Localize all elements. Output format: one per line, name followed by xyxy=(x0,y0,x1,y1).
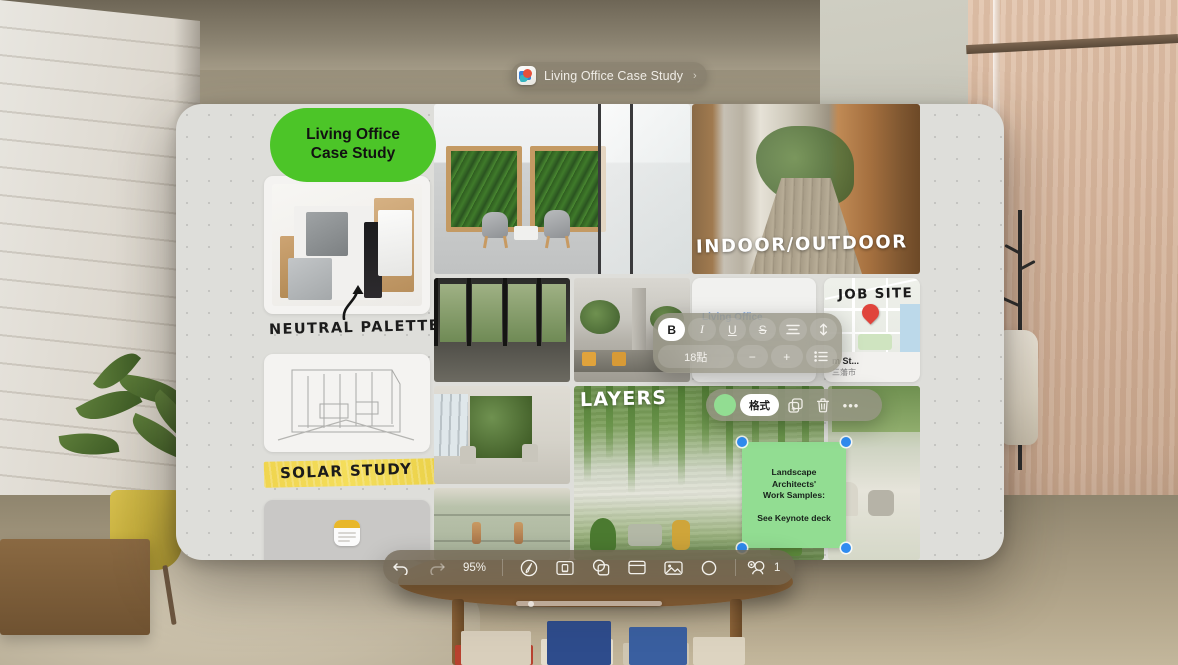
photo-office-lobby[interactable] xyxy=(434,104,690,274)
text-format-toolbar[interactable]: B I U S 18點 − + xyxy=(653,313,842,373)
more-options-button[interactable]: ••• xyxy=(839,394,863,416)
window-resize-grabber[interactable] xyxy=(516,601,662,606)
shapes-icon[interactable] xyxy=(583,550,619,585)
collaborator-count: 1 xyxy=(774,561,781,574)
pointer-arrow-annotation xyxy=(342,285,364,320)
decrease-font-size-button[interactable]: − xyxy=(736,345,769,368)
italic-button[interactable]: I xyxy=(688,318,716,341)
strikethrough-button[interactable]: S xyxy=(748,318,777,341)
line-spacing-icon[interactable] xyxy=(809,318,837,341)
sticky-note-icon[interactable] xyxy=(547,550,583,585)
media-icon[interactable] xyxy=(655,550,691,585)
duplicate-icon[interactable] xyxy=(783,394,807,416)
board-title-pill[interactable]: Living Office Case Study xyxy=(270,108,436,182)
selection-handle-top-right[interactable] xyxy=(841,437,851,447)
sticky-line-3: Work Samples: xyxy=(763,490,825,501)
board-title-line1: Living Office xyxy=(306,126,400,144)
window-close-dot[interactable] xyxy=(528,601,534,607)
side-table xyxy=(0,539,150,635)
sticky-line-2: Architects' xyxy=(771,478,817,489)
insert-shape-icon[interactable] xyxy=(691,550,727,585)
align-icon[interactable] xyxy=(779,318,807,341)
freeform-app-icon xyxy=(517,66,536,85)
perspective-sketch xyxy=(277,369,415,441)
increase-font-size-button[interactable]: + xyxy=(771,345,803,368)
collaboration-button[interactable]: 1 xyxy=(744,550,784,585)
chevron-right-icon[interactable]: › xyxy=(693,70,697,82)
font-size-field[interactable]: 18點 xyxy=(658,345,734,368)
bottom-toolbar[interactable]: 95% 1 xyxy=(383,550,795,585)
window-title-bar[interactable]: Living Office Case Study › xyxy=(511,62,707,89)
board-title-line2: Case Study xyxy=(310,145,396,162)
bold-button[interactable]: B xyxy=(658,318,686,341)
list-icon[interactable] xyxy=(805,345,838,368)
format-button[interactable]: 格式 xyxy=(740,394,779,416)
text-box-icon[interactable] xyxy=(619,550,655,585)
object-context-menu[interactable]: 格式 ••• xyxy=(706,389,882,421)
toolbar-divider-2 xyxy=(735,559,737,576)
redo-icon[interactable] xyxy=(419,550,455,585)
pen-icon[interactable] xyxy=(511,550,547,585)
zoom-level[interactable]: 95% xyxy=(455,562,494,574)
sticky-line-4: See Keynote deck xyxy=(757,513,831,524)
sticky-line-1: Landscape xyxy=(771,466,817,477)
sticky-note-landscape-architects[interactable]: Landscape Architects' Work Samples: See … xyxy=(742,442,846,548)
trash-icon[interactable] xyxy=(811,394,835,416)
annotation-layers: LAYERS xyxy=(579,386,668,412)
collaboration-icon[interactable] xyxy=(744,550,768,585)
color-swatch-button[interactable] xyxy=(714,394,736,416)
board-content[interactable]: Living Office Case Study NEUTRAL PALETTE xyxy=(176,104,1004,560)
photo-green-wall-office[interactable] xyxy=(434,386,570,484)
annotation-job-site: JOB SITE xyxy=(837,285,914,303)
selection-handle-bottom-right[interactable] xyxy=(841,543,851,553)
undo-icon[interactable] xyxy=(383,550,419,585)
toolbar-divider-1 xyxy=(502,559,504,576)
underline-button[interactable]: U xyxy=(718,318,746,341)
solar-study-sketch-card[interactable] xyxy=(264,354,430,452)
map-pin-icon xyxy=(858,300,883,325)
photo-dark-glass-interior[interactable] xyxy=(434,278,570,382)
freeform-canvas-window[interactable]: Living Office Case Study NEUTRAL PALETTE xyxy=(176,104,1004,560)
annotation-neutral-palette: NEUTRAL PALETTE xyxy=(268,317,441,339)
book-stack xyxy=(455,603,745,665)
selection-handle-top-left[interactable] xyxy=(737,437,747,447)
notes-app-icon xyxy=(334,520,360,546)
window-title-text: Living Office Case Study xyxy=(544,68,684,83)
